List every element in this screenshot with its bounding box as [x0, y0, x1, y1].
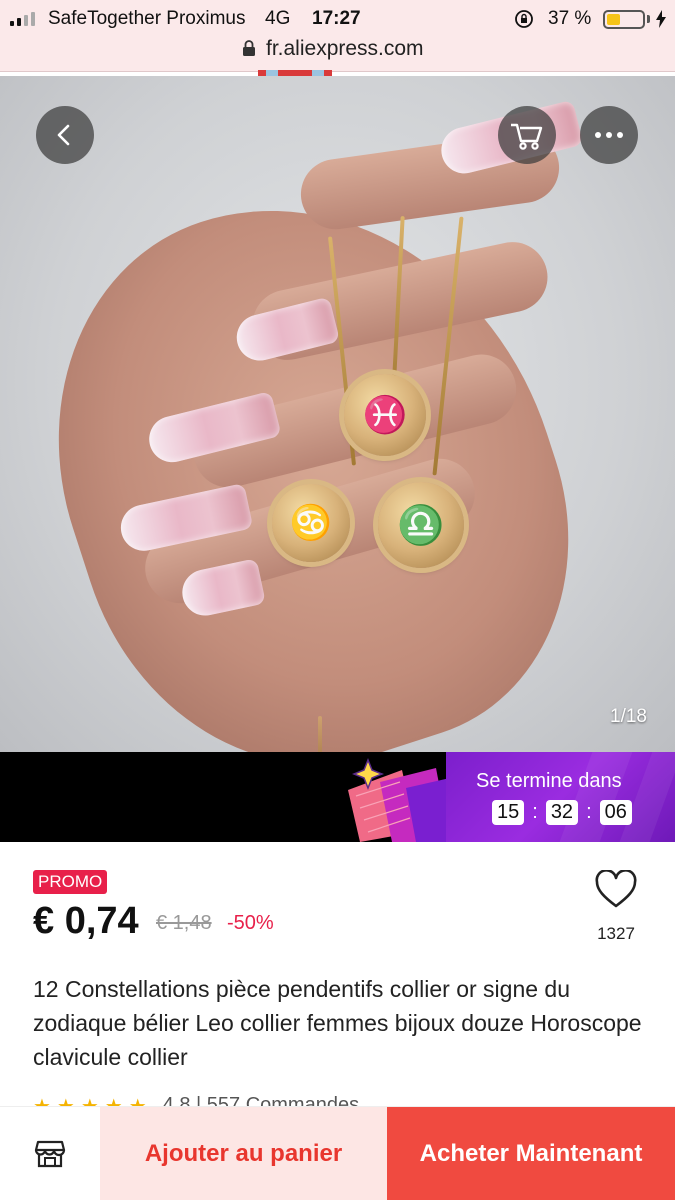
- promo-badge: PROMO: [33, 870, 108, 894]
- original-price: € 1,48: [156, 912, 212, 934]
- buy-now-button[interactable]: Acheter Maintenant: [387, 1107, 675, 1200]
- status-bar: SafeTogether Proximus 4G 17:27 37 %: [0, 0, 675, 36]
- wishlist-button[interactable]: 1327: [588, 869, 644, 946]
- address-bar[interactable]: fr.aliexpress.com: [0, 36, 675, 72]
- chevron-left-icon: [57, 124, 70, 146]
- back-button[interactable]: [36, 106, 94, 164]
- deal-decoration: [348, 757, 450, 842]
- signal-icon: [10, 12, 35, 26]
- deal-timer-panel: Se termine dans 15 : 32 : 06: [446, 752, 675, 842]
- deal-ends-label: Se termine dans: [476, 770, 622, 792]
- countdown-minutes: 32: [545, 800, 579, 825]
- more-options-button[interactable]: [580, 106, 638, 164]
- pendant-coin: ♋: [272, 484, 350, 562]
- wishlist-count: 1327: [597, 924, 635, 943]
- pendant-coin: ♓: [344, 374, 426, 456]
- network-type: 4G: [265, 8, 291, 29]
- countdown-timer: 15 : 32 : 06: [492, 800, 632, 825]
- bottom-action-bar: Ajouter au panier Acheter Maintenant: [0, 1106, 675, 1200]
- clock: 17:27: [312, 8, 361, 29]
- pendant-coin: ♎: [378, 482, 464, 568]
- rotation-lock-icon: [515, 10, 533, 28]
- countdown-seconds: 06: [599, 800, 632, 825]
- discount-percent: -50%: [227, 912, 274, 934]
- battery-icon: [603, 10, 645, 29]
- more-dots-icon: [595, 132, 623, 138]
- battery-percent: 37 %: [548, 8, 592, 29]
- flash-deal-banner: Se termine dans 15 : 32 : 06: [0, 752, 675, 842]
- image-counter: 1/18: [610, 706, 647, 727]
- carrier-name: SafeTogether Proximus: [48, 8, 246, 29]
- store-button[interactable]: [0, 1107, 100, 1200]
- add-to-cart-button[interactable]: Ajouter au panier: [100, 1107, 387, 1200]
- lock-icon: [243, 40, 255, 56]
- countdown-separator: :: [532, 801, 538, 823]
- cart-icon: [511, 123, 543, 150]
- necklace-chain: [318, 716, 322, 752]
- countdown-hours: 15: [492, 800, 525, 825]
- product-image-gallery[interactable]: ♓ ♋ ♎ 1/18: [0, 76, 675, 752]
- cart-button[interactable]: [498, 106, 556, 164]
- countdown-separator: :: [586, 801, 592, 823]
- battery-tip: [647, 15, 650, 23]
- url-text: fr.aliexpress.com: [266, 37, 424, 60]
- product-title: 12 Constellations pièce pendentifs colli…: [33, 976, 642, 1070]
- current-price: € 0,74: [33, 900, 139, 942]
- charging-bolt-icon: [656, 10, 666, 28]
- store-icon: [34, 1140, 66, 1168]
- heart-icon: [595, 869, 637, 908]
